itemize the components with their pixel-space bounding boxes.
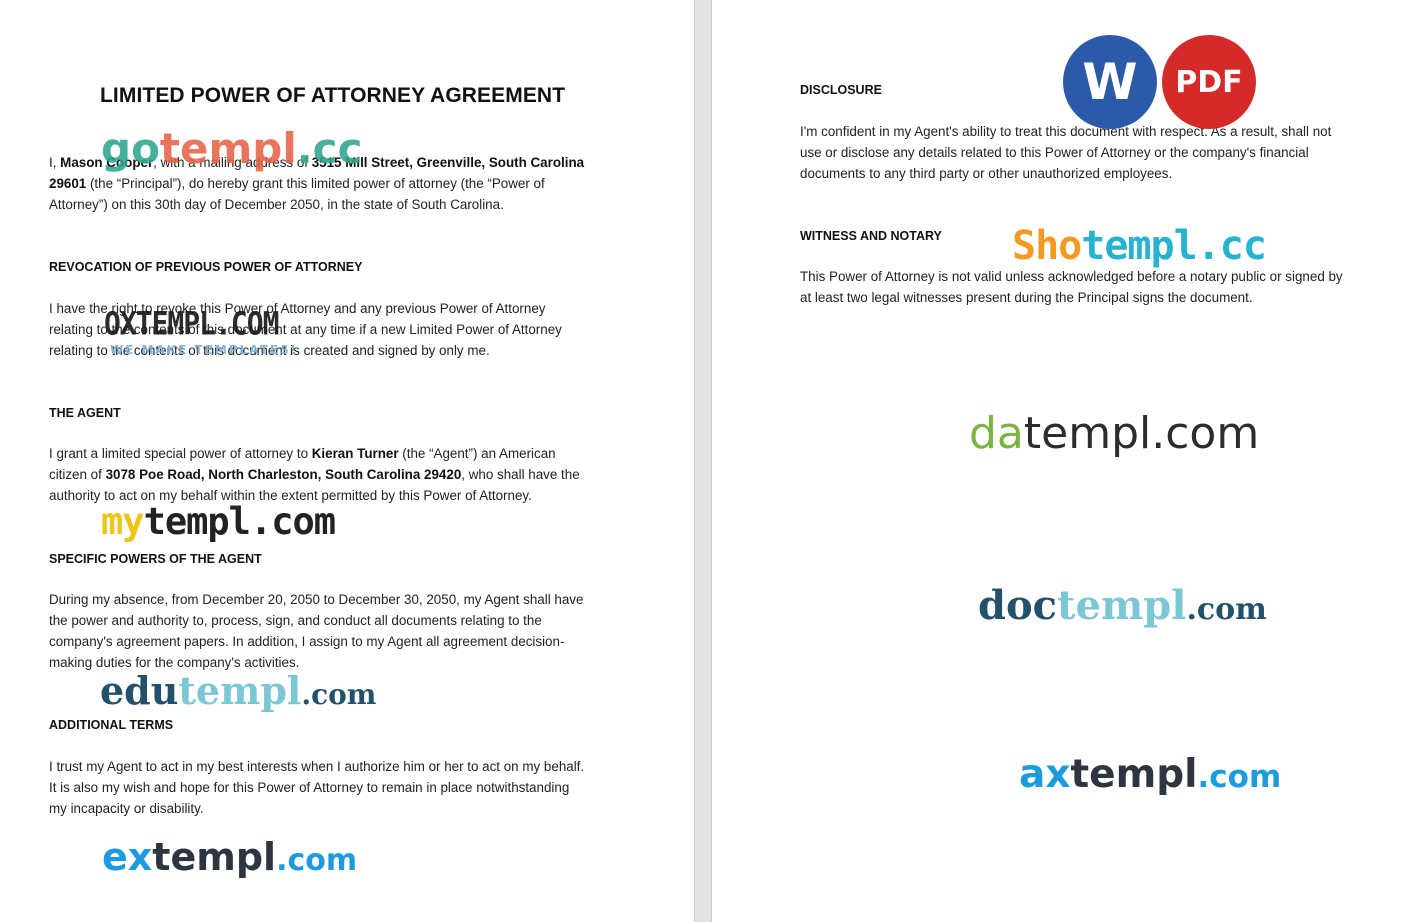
gotempl-watermark: gotempl.cc [101,124,363,173]
document-page-right: DISCLOSURE I'm confident in my Agent's a… [712,0,1416,922]
revocation-heading: REVOCATION OF PREVIOUS POWER OF ATTORNEY [49,260,363,274]
principal-zip: 29601 [49,176,87,191]
doctempl-watermark: doctempl.com [978,582,1267,629]
additional-terms-heading: ADDITIONAL TERMS [49,718,174,732]
word-icon: W [1063,35,1157,129]
disclosure-heading: DISCLOSURE [800,83,882,97]
witness-paragraph: This Power of Attorney is not valid unle… [800,269,1343,305]
axtempl-watermark: axtempl.com [1019,752,1282,797]
page-gutter [694,0,712,922]
witness-heading: WITNESS AND NOTARY [800,229,942,243]
pdf-icon: PDF [1162,35,1256,129]
specific-powers-paragraph: During my absence, from December 20, 205… [49,592,584,670]
specific-powers-heading: SPECIFIC POWERS OF THE AGENT [49,552,262,566]
agent-paragraph: I grant a limited special power of attor… [49,446,580,503]
edutempl-watermark: edutempl.com [100,668,377,713]
oxtempl-watermark: OXTEMPL.COM WE MAKE TEMPLATES! [104,304,299,357]
datempl-watermark: datempl.com [969,408,1260,459]
agent-name: Kieran Turner [311,446,399,461]
extempl-watermark: extempl.com [102,835,358,879]
document-page-left: LIMITED POWER OF ATTORNEY AGREEMENT I, M… [0,0,694,922]
agent-heading: THE AGENT [49,406,121,420]
agent-address: 3078 Poe Road, North Charleston, South C… [105,467,462,482]
document-title: LIMITED POWER OF ATTORNEY AGREEMENT [100,84,566,107]
shotempl-watermark: Shotempl.cc [1012,223,1267,269]
disclosure-paragraph: I'm confident in my Agent's ability to t… [800,124,1332,181]
additional-terms-paragraph: I trust my Agent to act in my best inter… [49,759,585,816]
mytempl-watermark: mytempl.com [101,500,336,543]
